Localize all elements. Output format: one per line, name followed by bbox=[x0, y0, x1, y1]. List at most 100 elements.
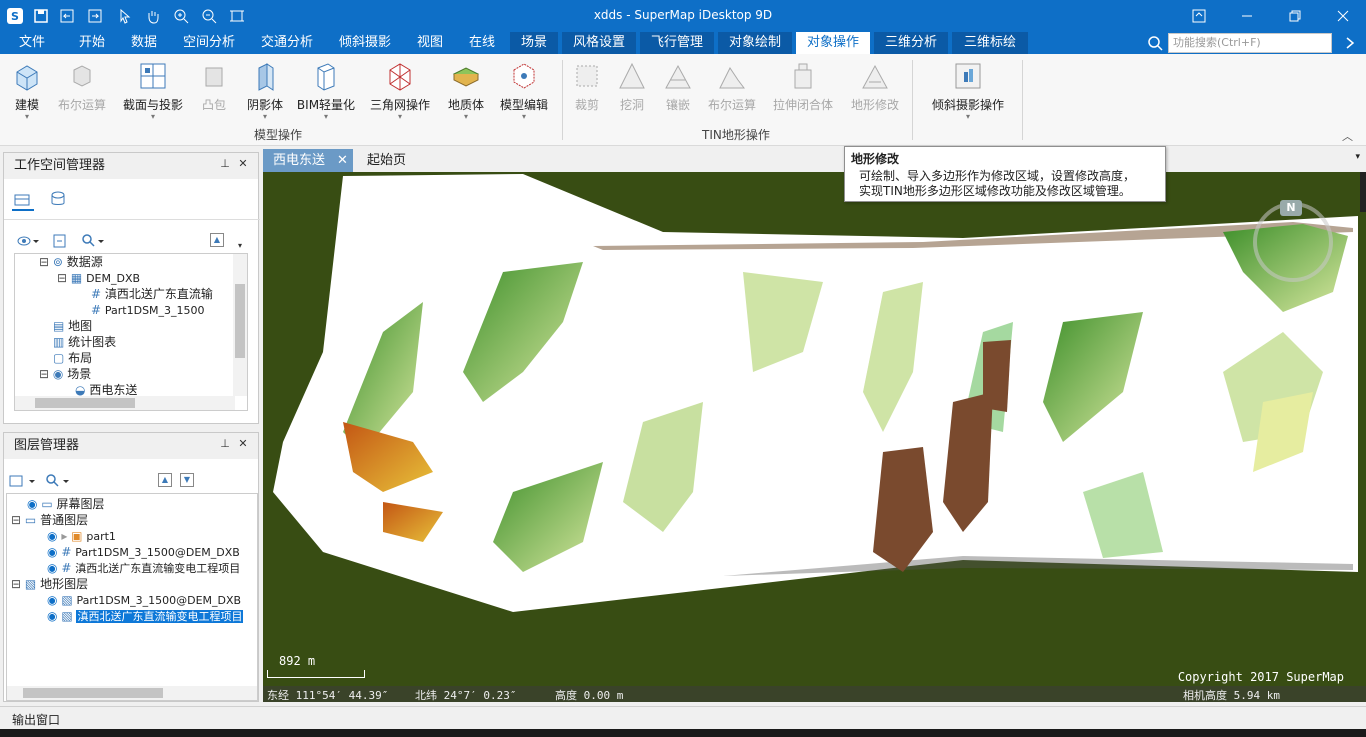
tab-3d-plotting[interactable]: 三维标绘 bbox=[952, 32, 1028, 54]
scale-bar bbox=[267, 670, 365, 678]
tree-item-layouts[interactable]: ▢ 布局 bbox=[53, 350, 92, 366]
pin-icon[interactable]: ⊥ bbox=[218, 157, 232, 171]
terrain-modify-icon bbox=[862, 64, 888, 89]
convex-hull-icon bbox=[205, 67, 223, 87]
open-file-icon[interactable] bbox=[52, 233, 68, 249]
tree-item-charts[interactable]: ▥ 统计图表 bbox=[53, 334, 116, 350]
close-icon[interactable]: ✕ bbox=[236, 157, 250, 171]
layer-project-normal[interactable]: ◉ # 滇西北送广东直流输变电工程项目 bbox=[47, 560, 240, 576]
tab-scene[interactable]: 场景 bbox=[510, 32, 558, 54]
window-title: xdds - SuperMap iDesktop 9D bbox=[593, 8, 773, 22]
output-window-tab[interactable]: 输出窗口 bbox=[12, 711, 60, 728]
close-icon[interactable]: ✕ bbox=[236, 437, 250, 451]
convex-hull-button[interactable]: 凸包 bbox=[194, 58, 234, 128]
section-projection-button[interactable]: 截面与投影 ▾ bbox=[118, 58, 188, 128]
tree-item-dataset-dsm[interactable]: # Part1DSM_3_1500 bbox=[91, 302, 205, 318]
layer-dsm-normal[interactable]: ◉ # Part1DSM_3_1500@DEM_DXB bbox=[47, 544, 240, 560]
pin-icon[interactable]: ⊥ bbox=[218, 437, 232, 451]
tab-oblique-photography[interactable]: 倾斜摄影 bbox=[330, 32, 400, 54]
layer-horizontal-scrollbar[interactable] bbox=[7, 686, 257, 700]
oblique-photography-op-button[interactable]: 倾斜摄影操作 ▾ bbox=[924, 58, 1012, 128]
tree-horizontal-scrollbar[interactable] bbox=[15, 396, 235, 410]
minimize-button[interactable] bbox=[1232, 4, 1262, 28]
overflow-icon[interactable]: ▾ bbox=[238, 241, 248, 251]
tree-item-datasources[interactable]: ⊟ ⊚ 数据源 bbox=[39, 254, 103, 270]
restore-button[interactable] bbox=[1280, 4, 1310, 28]
terrain-modify-tooltip: 地形修改 可绘制、导入多边形作为修改区域，设置修改高度， 实现TIN地形多边形区… bbox=[844, 146, 1166, 202]
shadow-volume-icon bbox=[258, 63, 274, 91]
add-layer-icon[interactable] bbox=[8, 473, 38, 489]
modeling-button[interactable]: 建模 ▾ bbox=[6, 58, 48, 128]
tab-file[interactable]: 文件 bbox=[8, 32, 56, 54]
search-tree-icon[interactable] bbox=[80, 233, 106, 249]
tab-start[interactable]: 开始 bbox=[68, 32, 116, 54]
layer-screen[interactable]: ◉ ▭ 屏幕图层 bbox=[27, 496, 105, 512]
tab-flight-management[interactable]: 飞行管理 bbox=[640, 32, 714, 54]
ribbon-minimize-icon[interactable]: ︿ bbox=[1342, 128, 1358, 143]
tree-item-datasource-dem[interactable]: ⊟ ▦ DEM_DXB bbox=[57, 270, 140, 286]
tree-item-maps[interactable]: ▤ 地图 bbox=[53, 318, 92, 334]
oblique-photography-icon bbox=[955, 63, 981, 89]
tin-boolean-icon bbox=[719, 67, 745, 89]
tooltip-line-2: 实现TIN地形多边形区域修改功能及修改区域管理。 bbox=[859, 184, 1131, 198]
terrain-render bbox=[273, 174, 1358, 612]
tab-object-operation[interactable]: 对象操作 bbox=[796, 32, 870, 54]
close-tab-icon[interactable]: ✕ bbox=[337, 149, 348, 172]
layer-group-terrain[interactable]: ⊟ ▧ 地形图层 bbox=[11, 576, 88, 592]
menu-bar: 文件 开始 数据 空间分析 交通分析 倾斜摄影 视图 在线 场景 风格设置 飞行… bbox=[0, 32, 1366, 54]
tab-view[interactable]: 视图 bbox=[406, 32, 454, 54]
layer-dsm-terrain[interactable]: ◉ ▧ Part1DSM_3_1500@DEM_DXB bbox=[47, 592, 241, 608]
layer-group-normal[interactable]: ⊟ ▭ 普通图层 bbox=[11, 512, 88, 528]
workspace-tree-tab-icon[interactable] bbox=[12, 189, 34, 211]
move-up-icon[interactable]: ▲ bbox=[210, 233, 224, 247]
tin-mosaic-button[interactable]: 镶嵌 bbox=[658, 58, 698, 128]
layer-down-icon[interactable]: ▼ bbox=[180, 473, 194, 487]
layer-part1[interactable]: ◉ ▸ ▣ part1 bbox=[47, 528, 116, 544]
search-icon[interactable] bbox=[1146, 34, 1164, 52]
tree-item-scenes[interactable]: ⊟ ◉ 场景 bbox=[39, 366, 91, 382]
tab-online[interactable]: 在线 bbox=[458, 32, 506, 54]
tin-clip-button[interactable]: 裁剪 bbox=[568, 58, 606, 128]
side-indicator bbox=[1360, 172, 1366, 212]
model-edit-button[interactable]: 模型编辑 ▾ bbox=[494, 58, 554, 128]
tab-style-settings[interactable]: 风格设置 bbox=[562, 32, 636, 54]
triangulation-op-button[interactable]: 三角网操作 ▾ bbox=[364, 58, 436, 128]
geological-body-button[interactable]: 地质体 ▾ bbox=[442, 58, 490, 128]
doc-tab-scene[interactable]: 西电东送 ✕ bbox=[263, 149, 353, 172]
doc-tabs-menu-icon[interactable]: ▾ bbox=[1355, 152, 1360, 162]
clip-icon bbox=[576, 65, 598, 87]
doc-tab-start-page[interactable]: 起始页 bbox=[357, 149, 417, 172]
tree-vertical-scrollbar[interactable] bbox=[233, 254, 247, 396]
tree-item-dataset-project[interactable]: # 滇西北送广东直流输 bbox=[91, 286, 213, 302]
tin-boolean-button[interactable]: 布尔运算 bbox=[704, 58, 760, 128]
search-layer-icon[interactable] bbox=[44, 473, 72, 489]
function-search-input[interactable]: 功能搜索(Ctrl+F) bbox=[1168, 33, 1332, 53]
boolean-op-model-button[interactable]: 布尔运算 bbox=[52, 58, 112, 128]
ribbon-display-icon[interactable] bbox=[1184, 4, 1214, 28]
compass-north-icon[interactable]: N bbox=[1280, 200, 1302, 216]
view-options-icon[interactable] bbox=[16, 233, 40, 249]
copyright-label: Copyright 2017 SuperMap bbox=[1177, 670, 1344, 684]
bim-lightweight-button[interactable]: BIM轻量化 ▾ bbox=[294, 58, 358, 128]
tab-traffic-analysis[interactable]: 交通分析 bbox=[252, 32, 322, 54]
scene-viewport[interactable]: N 892 m Copyright 2017 SuperMap 东经 111°5… bbox=[263, 172, 1366, 702]
workspace-db-tab-icon[interactable] bbox=[48, 189, 70, 211]
layer-up-icon[interactable]: ▲ bbox=[158, 473, 172, 487]
tab-object-drawing[interactable]: 对象绘制 bbox=[718, 32, 792, 54]
group-model-operation: 模型操作 bbox=[254, 128, 303, 142]
ribbon-collapse-icon[interactable] bbox=[1342, 34, 1362, 52]
coordinate-bar: 东经 111°54′ 44.39″ 北纬 24°7′ 0.23″ 高度 0.00… bbox=[263, 686, 1366, 702]
longitude-readout: 东经 111°54′ 44.39″ bbox=[267, 689, 389, 702]
layer-project-terrain-selected[interactable]: ◉ ▧ 滇西北送广东直流输变电工程项目 bbox=[47, 608, 244, 624]
tab-3d-analysis[interactable]: 三维分析 bbox=[874, 32, 948, 54]
tab-data[interactable]: 数据 bbox=[120, 32, 168, 54]
terrain-modify-button[interactable]: 地形修改 bbox=[846, 58, 904, 128]
geological-body-icon bbox=[452, 67, 480, 87]
ribbon-separator bbox=[562, 60, 563, 140]
tin-dig-hole-button[interactable]: 挖洞 bbox=[612, 58, 652, 128]
tab-spatial-analysis[interactable]: 空间分析 bbox=[174, 32, 244, 54]
close-button[interactable] bbox=[1328, 4, 1358, 28]
extrude-closed-body-button[interactable]: 拉伸闭合体 bbox=[766, 58, 840, 128]
shadow-volume-button[interactable]: 阴影体 ▾ bbox=[240, 58, 290, 128]
latitude-readout: 北纬 24°7′ 0.23″ bbox=[415, 689, 517, 702]
